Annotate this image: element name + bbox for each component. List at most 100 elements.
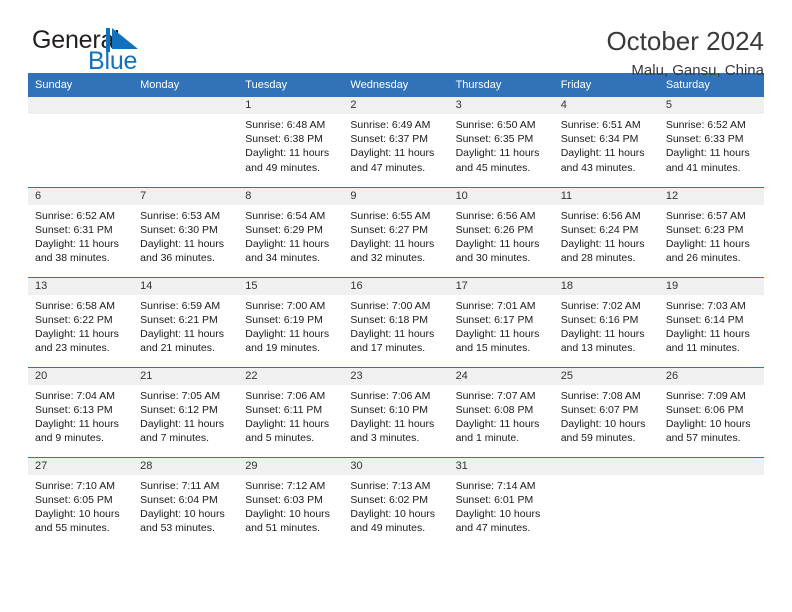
- sunset-time: Sunset: 6:18 PM: [350, 313, 429, 326]
- sunset-time: Sunset: 6:21 PM: [140, 313, 218, 326]
- day-sun-info: Sunrise: 7:03 AM Sunset: 6:14 PM Daylight:…: [659, 295, 764, 356]
- daylight-duration-line1: Daylight: 10 hours: [560, 417, 646, 430]
- sunset-time: Sunset: 6:11 PM: [245, 403, 323, 416]
- daylight-duration-line1: Daylight: 10 hours: [665, 417, 751, 430]
- daylight-duration-line2: and 51 minutes.: [245, 522, 320, 535]
- calendar-day-cell[interactable]: 2 Sunrise: 6:49 AM Sunset: 6:37 PM Daylight…: [343, 97, 449, 187]
- calendar-day-cell[interactable]: 1 Sunrise: 6:48 AM Sunset: 6:38 PM Daylight…: [238, 97, 344, 187]
- weekday-header-wednesday: Wednesday: [343, 73, 449, 97]
- daylight-duration-line2: and 49 minutes.: [245, 161, 320, 174]
- calendar-day-cell[interactable]: 9 Sunrise: 6:55 AM Sunset: 6:27 PM Daylight…: [343, 186, 449, 277]
- daylight-duration-line1: Daylight: 10 hours: [350, 507, 436, 520]
- title-block: October 2024 Malu, Gansu, China: [606, 26, 764, 81]
- sunrise-time: Sunrise: 6:51 AM: [560, 119, 641, 131]
- calendar-day-cell[interactable]: 7 Sunrise: 6:53 AM Sunset: 6:30 PM Daylight…: [133, 186, 239, 277]
- calendar-day-cell[interactable]: 30 Sunrise: 7:13 AM Sunset: 6:02 PM Dayligh…: [343, 456, 449, 547]
- daylight-duration-line2: and 9 minutes.: [35, 432, 104, 445]
- day-sun-info: Sunrise: 7:14 AM Sunset: 6:01 PM Daylight:…: [449, 475, 554, 536]
- calendar-day-cell[interactable]: 11 Sunrise: 6:56 AM Sunset: 6:24 PM Dayligh…: [553, 186, 659, 277]
- day-sun-info: Sunrise: 6:54 AM Sunset: 6:29 PM Daylight:…: [238, 205, 343, 266]
- daylight-duration-line2: and 34 minutes.: [245, 252, 320, 265]
- daylight-duration-line1: Daylight: 11 hours: [35, 417, 119, 430]
- calendar-day-cell[interactable]: 29 Sunrise: 7:12 AM Sunset: 6:03 PM Dayligh…: [238, 456, 344, 547]
- sunrise-time: Sunrise: 7:07 AM: [455, 389, 536, 402]
- calendar-day-cell[interactable]: 20 Sunrise: 7:04 AM Sunset: 6:13 PM Dayligh…: [28, 366, 134, 457]
- sunset-time: Sunset: 6:13 PM: [35, 403, 113, 416]
- sunrise-time: Sunrise: 7:09 AM: [665, 389, 746, 402]
- calendar-day-cell[interactable]: 17 Sunrise: 7:01 AM Sunset: 6:17 PM Dayligh…: [448, 276, 554, 367]
- calendar-day-cell[interactable]: 16 Sunrise: 7:00 AM Sunset: 6:18 PM Dayligh…: [343, 276, 449, 367]
- sunrise-time: Sunrise: 7:10 AM: [35, 479, 115, 492]
- sunset-time: Sunset: 6:04 PM: [140, 493, 218, 506]
- daylight-duration-line2: and 23 minutes.: [35, 342, 110, 355]
- calendar-day-cell[interactable]: 27 Sunrise: 7:10 AM Sunset: 6:05 PM Dayligh…: [28, 456, 134, 547]
- calendar-day-cell[interactable]: 18 Sunrise: 7:02 AM Sunset: 6:16 PM Dayligh…: [553, 276, 659, 367]
- day-number: 28: [133, 457, 239, 475]
- day-sun-info: Sunrise: 6:56 AM Sunset: 6:24 PM Daylight:…: [554, 205, 659, 266]
- day-sun-info: Sunrise: 7:12 AM Sunset: 6:03 PM Daylight:…: [238, 475, 343, 536]
- calendar-day-cell[interactable]: 22 Sunrise: 7:06 AM Sunset: 6:11 PM Dayligh…: [238, 366, 344, 457]
- calendar-day-cell[interactable]: 14 Sunrise: 6:59 AM Sunset: 6:21 PM Dayligh…: [133, 276, 239, 367]
- day-number: 20: [28, 367, 134, 385]
- daylight-duration-line2: and 55 minutes.: [35, 522, 110, 535]
- day-number: 31: [448, 457, 554, 475]
- calendar-day-cell[interactable]: 24 Sunrise: 7:07 AM Sunset: 6:08 PM Dayligh…: [448, 366, 554, 457]
- daylight-duration-line2: and 11 minutes.: [665, 342, 740, 355]
- calendar-day-cell[interactable]: 4 Sunrise: 6:51 AM Sunset: 6:34 PM Daylight…: [553, 97, 659, 187]
- calendar-day-cell[interactable]: 28 Sunrise: 7:11 AM Sunset: 6:04 PM Dayligh…: [133, 456, 239, 547]
- sunrise-time: Sunrise: 6:57 AM: [665, 209, 746, 222]
- calendar-day-cell[interactable]: 10 Sunrise: 6:56 AM Sunset: 6:26 PM Dayligh…: [448, 186, 554, 277]
- day-number: 26: [658, 367, 764, 385]
- sunset-time: Sunset: 6:23 PM: [665, 223, 744, 236]
- daylight-duration-line2: and 32 minutes.: [350, 252, 426, 265]
- calendar-day-cell[interactable]: 12 Sunrise: 6:57 AM Sunset: 6:23 PM Dayligh…: [658, 186, 764, 277]
- sunrise-time: Sunrise: 6:56 AM: [455, 209, 536, 222]
- sunset-time: Sunset: 6:12 PM: [140, 403, 218, 416]
- daylight-duration-line1: Daylight: 11 hours: [245, 417, 330, 430]
- calendar-day-cell[interactable]: 31 Sunrise: 7:14 AM Sunset: 6:01 PM Dayligh…: [448, 456, 554, 547]
- page-subtitle-location: Malu, Gansu, China: [631, 62, 764, 79]
- calendar-day-cell[interactable]: 21 Sunrise: 7:05 AM Sunset: 6:12 PM Dayligh…: [133, 366, 239, 457]
- weekday-header-thursday: Thursday: [448, 73, 554, 97]
- calendar-day-cell-empty: [658, 456, 764, 547]
- sunrise-time: Sunrise: 6:50 AM: [455, 119, 536, 131]
- calendar-day-cell[interactable]: 3 Sunrise: 6:50 AM Sunset: 6:35 PM Daylight…: [448, 97, 554, 187]
- calendar-day-cell[interactable]: 26 Sunrise: 7:09 AM Sunset: 6:06 PM Dayligh…: [658, 366, 764, 457]
- daylight-duration-line1: Daylight: 11 hours: [665, 327, 750, 340]
- daylight-duration-line1: Daylight: 11 hours: [560, 327, 645, 340]
- daylight-duration-line1: Daylight: 11 hours: [140, 237, 224, 250]
- daylight-duration-line2: and 7 minutes.: [140, 432, 210, 445]
- day-sun-info: Sunrise: 6:52 AM Sunset: 6:33 PM Daylight:…: [659, 114, 764, 175]
- calendar-day-cell[interactable]: 15 Sunrise: 7:00 AM Sunset: 6:19 PM Dayligh…: [238, 276, 344, 367]
- daylight-duration-line1: Daylight: 11 hours: [455, 237, 540, 250]
- day-sun-info: Sunrise: 7:00 AM Sunset: 6:18 PM Daylight:…: [343, 295, 448, 356]
- calendar-day-cell[interactable]: 25 Sunrise: 7:08 AM Sunset: 6:07 PM Dayligh…: [553, 366, 659, 457]
- calendar-day-cell[interactable]: 19 Sunrise: 7:03 AM Sunset: 6:14 PM Dayligh…: [658, 276, 764, 367]
- sunrise-time: Sunrise: 7:02 AM: [560, 299, 641, 312]
- calendar-day-cell[interactable]: 6 Sunrise: 6:52 AM Sunset: 6:31 PM Daylight…: [28, 186, 134, 277]
- sunset-time: Sunset: 6:03 PM: [245, 493, 323, 506]
- day-number: 14: [133, 277, 239, 295]
- weekday-header-tuesday: Tuesday: [238, 73, 344, 97]
- sunset-time: Sunset: 6:10 PM: [350, 403, 429, 416]
- daylight-duration-line1: Daylight: 11 hours: [455, 417, 540, 430]
- calendar-day-cell[interactable]: 5 Sunrise: 6:52 AM Sunset: 6:33 PM Daylight…: [658, 97, 764, 187]
- day-number: 3: [448, 97, 554, 114]
- daylight-duration-line2: and 30 minutes.: [455, 252, 531, 265]
- sunset-time: Sunset: 6:19 PM: [245, 313, 323, 326]
- general-blue-logo[interactable]: General Blue: [28, 26, 228, 78]
- daylight-duration-line2: and 1 minute.: [455, 432, 520, 445]
- calendar-day-cell[interactable]: 23 Sunrise: 7:06 AM Sunset: 6:10 PM Dayligh…: [343, 366, 449, 457]
- calendar-day-cell[interactable]: 8 Sunrise: 6:54 AM Sunset: 6:29 PM Daylight…: [238, 186, 344, 277]
- day-number: 6: [28, 187, 134, 205]
- sunrise-time: Sunrise: 6:54 AM: [245, 209, 326, 222]
- day-number: 27: [28, 457, 134, 475]
- daylight-duration-line2: and 47 minutes.: [350, 161, 426, 174]
- daylight-duration-line2: and 59 minutes.: [560, 432, 636, 445]
- sunrise-time: Sunrise: 7:11 AM: [140, 479, 220, 492]
- calendar-day-cell[interactable]: 13 Sunrise: 6:58 AM Sunset: 6:22 PM Dayligh…: [28, 276, 134, 367]
- day-sun-info: Sunrise: 6:50 AM Sunset: 6:35 PM Daylight:…: [449, 114, 554, 175]
- calendar-week-row: 13 Sunrise: 6:58 AM Sunset: 6:22 PM Dayligh…: [28, 276, 764, 367]
- day-sun-info: Sunrise: 6:48 AM Sunset: 6:38 PM Daylight:…: [238, 114, 343, 175]
- daylight-duration-line1: Daylight: 11 hours: [350, 147, 435, 160]
